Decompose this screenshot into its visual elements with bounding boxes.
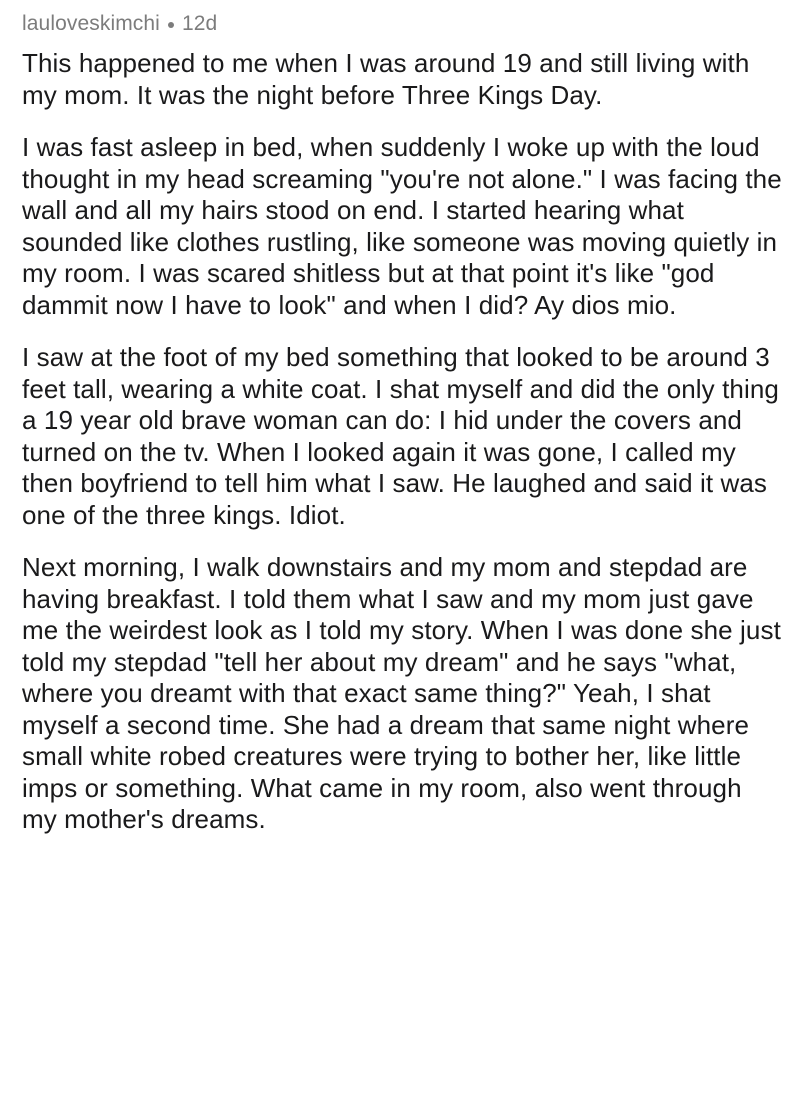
separator-dot-icon (167, 22, 174, 28)
comment-paragraph: I was fast asleep in bed, when suddenly … (22, 132, 782, 320)
comment-paragraph: I saw at the foot of my bed something th… (22, 342, 779, 530)
comment-age: 12d (181, 12, 218, 35)
comment-paragraph: Next morning, I walk downstairs and my m… (22, 552, 781, 834)
comment-author[interactable]: lauloveskimchi (22, 12, 160, 36)
comment-body: This happened to me when I was around 19… (22, 48, 782, 836)
comment-meta: lauloveskimchi 12d (22, 6, 782, 42)
comment-paragraph: This happened to me when I was around 19… (22, 48, 750, 110)
comment: lauloveskimchi 12d This happened to me w… (0, 0, 800, 857)
